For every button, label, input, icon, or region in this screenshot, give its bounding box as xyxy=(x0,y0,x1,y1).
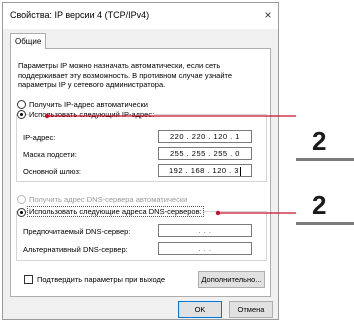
tab-general[interactable]: Общие xyxy=(10,33,46,49)
callout-badge-ip: 2 xyxy=(296,126,354,161)
callout-dot-dns xyxy=(215,210,221,216)
tab-general-label: Общие xyxy=(15,37,42,46)
callout-number: 2 xyxy=(312,190,327,220)
callout-number: 2 xyxy=(312,126,327,156)
callout-underline xyxy=(296,158,354,161)
callout-underline xyxy=(296,222,354,225)
callout-dot-ip xyxy=(44,113,50,119)
callout-badge-dns: 2 xyxy=(296,190,354,225)
callout-lines xyxy=(44,113,296,216)
